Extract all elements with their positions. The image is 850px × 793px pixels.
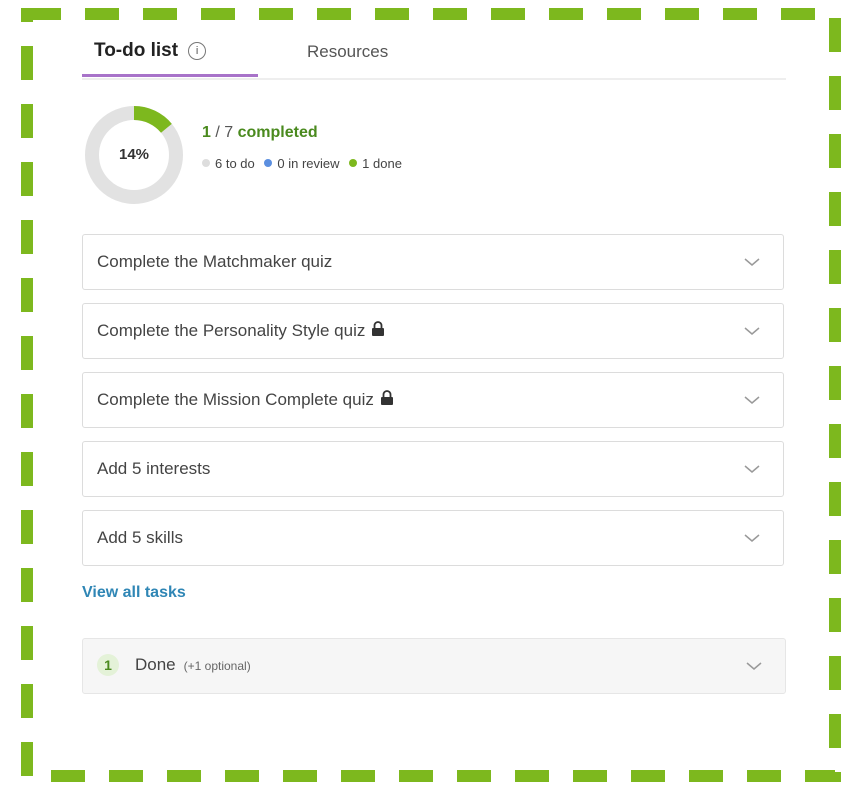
stat-done: 1 done [349,156,402,171]
tab-resources[interactable]: Resources [307,42,388,62]
task-label: Add 5 interests [97,459,211,478]
stat-review-label: 0 in review [277,156,340,171]
active-tab-indicator [82,74,258,77]
done-label: Done [135,655,176,674]
completed-count: 1 / 7 completed [202,124,408,142]
task-row[interactable]: Complete the Matchmaker quiz [82,234,784,290]
lock-icon [380,390,393,405]
chevron-down-icon[interactable] [745,657,763,675]
progress-ring: 14% [82,103,186,207]
chevron-down-icon[interactable] [743,391,761,409]
lock-icon [372,321,385,336]
stat-review: 0 in review [264,156,340,171]
stat-todo: 6 to do [202,156,255,171]
stat-done-label: 1 done [362,156,402,171]
tab-todo-label: To-do list [94,40,179,61]
chevron-down-icon[interactable] [743,460,761,478]
task-label: Add 5 skills [97,528,183,547]
chevron-down-icon[interactable] [743,529,761,547]
done-section[interactable]: 1 Done (+1 optional) [82,638,786,694]
chevron-down-icon[interactable] [743,253,761,271]
total-count: / 7 [215,124,234,141]
chevron-down-icon[interactable] [743,322,761,340]
task-row[interactable]: Complete the Personality Style quiz [82,303,784,359]
done-count-badge: 1 [97,654,119,676]
review-dot-icon [264,159,273,167]
status-stats: 6 to do 0 in review 1 done [202,156,408,171]
task-list: Complete the Matchmaker quiz Complete th… [82,234,784,579]
task-row[interactable]: Complete the Mission Complete quiz [82,372,784,428]
task-label: Complete the Matchmaker quiz [97,252,333,271]
task-label-wrap: Complete the Personality Style quiz [97,321,385,341]
task-label: Complete the Personality Style quiz [97,321,366,340]
info-icon[interactable]: i [188,42,207,60]
task-row[interactable]: Add 5 interests [82,441,784,497]
todo-panel: To-do list i Resources 14% 1 / 7 complete… [60,18,800,758]
task-label-wrap: Complete the Mission Complete quiz [97,390,394,410]
stat-todo-label: 6 to do [215,156,255,171]
tab-todo-list[interactable]: To-do list i [94,40,207,62]
completed-number: 1 [202,124,211,141]
done-dot-icon [349,159,358,167]
progress-percent: 14% [118,146,150,163]
done-optional-note: (+1 optional) [183,659,251,673]
view-all-tasks-link[interactable]: View all tasks [82,584,186,602]
todo-dot-icon [202,159,210,167]
done-label-wrap: Done (+1 optional) [135,655,251,675]
completed-word: completed [237,124,318,141]
progress-summary: 1 / 7 completed 6 to do 0 in review 1 do… [202,124,408,171]
task-row[interactable]: Add 5 skills [82,510,784,566]
task-label: Complete the Mission Complete quiz [97,390,374,409]
tab-bar: To-do list i Resources [82,18,786,80]
